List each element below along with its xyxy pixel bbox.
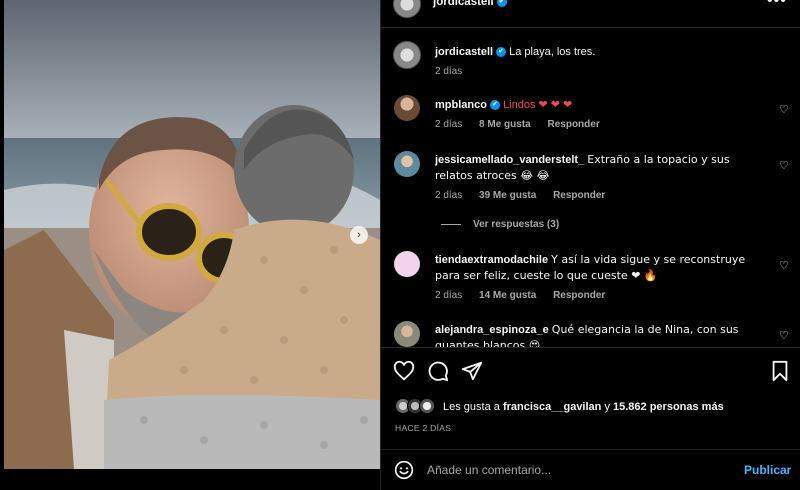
post-side-panel: jordicastell ✔ ••• jordicastell ✔ La playa…	[380, 0, 800, 490]
post-actions: Les gusta a francisca__gavilan y 15.862 …	[381, 347, 800, 447]
commenter-avatar[interactable]	[394, 321, 420, 347]
comments-list[interactable]: jordicastell ✔ La playa, los tres. 2 días…	[381, 29, 800, 347]
caption-time[interactable]: 2 días	[435, 66, 462, 77]
share-paper-plane-icon[interactable]	[461, 360, 483, 382]
likes-count-link[interactable]: 15.862 personas más	[613, 401, 724, 413]
verified-icon: ✔	[489, 100, 500, 111]
post-comment-button[interactable]: Publicar	[744, 463, 791, 477]
author-username[interactable]: jordicastell	[433, 0, 494, 8]
comment-time[interactable]: 2 días	[435, 119, 462, 130]
caption-username[interactable]: jordicastell	[435, 46, 493, 58]
reply-button[interactable]: Responder	[548, 119, 600, 130]
comment-time[interactable]: 2 días	[435, 190, 462, 201]
comment-likes[interactable]: 8 Me gusta	[479, 119, 531, 130]
like-heart-icon[interactable]	[393, 360, 415, 382]
comment-input[interactable]	[427, 460, 727, 480]
comment-username[interactable]: jessicamellado_vanderstelt_	[435, 154, 584, 166]
reply-button[interactable]: Responder	[553, 190, 605, 201]
comment-time[interactable]: 2 días	[435, 290, 462, 301]
comment-username[interactable]: mpblanco	[435, 99, 487, 111]
like-comment-icon[interactable]: ♡	[779, 259, 791, 272]
caption-avatar[interactable]	[393, 41, 421, 69]
like-comment-icon[interactable]: ♡	[779, 159, 791, 172]
save-bookmark-icon[interactable]	[769, 360, 791, 382]
replies-divider	[441, 223, 461, 225]
comment-bubble-icon[interactable]	[427, 360, 449, 382]
emoji-icon[interactable]	[394, 460, 414, 480]
comment-username[interactable]: alejandra_espinoza_e	[435, 324, 549, 336]
likes-text: Les gusta a francisca__gavilan y 15.862 …	[443, 401, 724, 413]
liker-username[interactable]: francisca__gavilan	[503, 401, 601, 413]
next-photo-button[interactable]: ›	[350, 226, 368, 244]
author-avatar[interactable]	[393, 0, 421, 18]
comment-username[interactable]: tiendaextramodachile	[435, 254, 548, 266]
photo-image	[4, 0, 380, 469]
like-comment-icon[interactable]: ♡	[779, 103, 791, 116]
verified-icon: ✔	[496, 0, 507, 7]
view-replies-button[interactable]: Ver respuestas (3)	[441, 219, 559, 230]
comment-likes[interactable]: 14 Me gusta	[479, 290, 536, 301]
commenter-avatar[interactable]	[394, 151, 420, 177]
commenter-avatar[interactable]	[394, 95, 420, 121]
post-photo: ›	[0, 0, 380, 490]
commenter-avatar[interactable]	[394, 251, 420, 277]
post-time-ago[interactable]: HACE 2 DÍAS	[395, 423, 451, 433]
comment-text: Lindos ❤ ❤ ❤	[503, 99, 573, 111]
reply-button[interactable]: Responder	[553, 290, 605, 301]
more-options-icon[interactable]: •••	[767, 0, 787, 10]
add-comment-bar: Publicar	[381, 449, 800, 490]
post-header: jordicastell ✔ •••	[381, 0, 800, 28]
comment-likes[interactable]: 39 Me gusta	[479, 190, 536, 201]
caption-text: La playa, los tres.	[509, 46, 596, 58]
like-comment-icon[interactable]: ♡	[779, 329, 791, 342]
liker-avatar[interactable]	[419, 398, 435, 414]
verified-icon: ✔	[496, 47, 507, 58]
